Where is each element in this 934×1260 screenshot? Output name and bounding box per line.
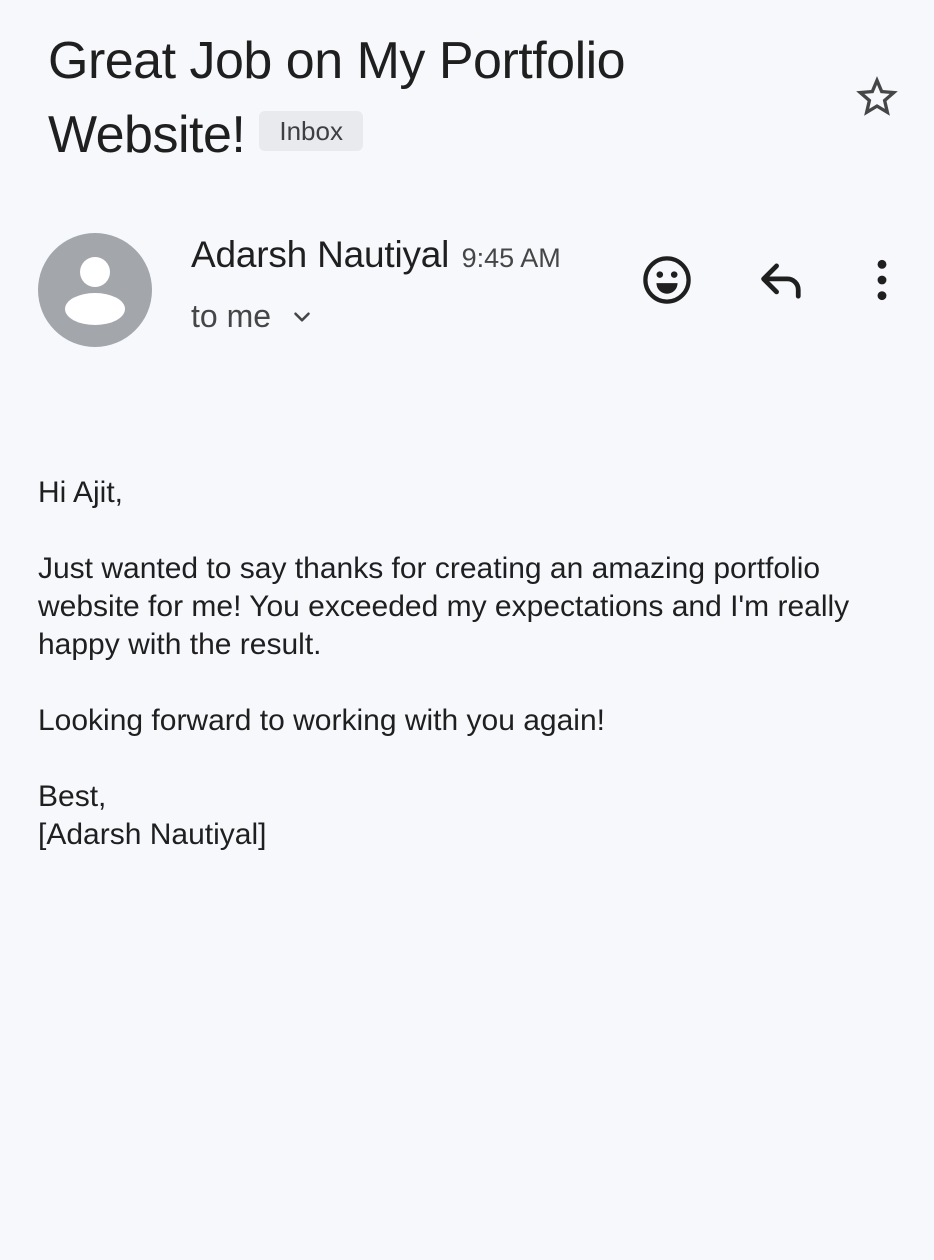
inbox-label-chip[interactable]: Inbox	[259, 111, 363, 152]
person-avatar-icon	[65, 257, 125, 325]
reply-button[interactable]	[754, 252, 810, 308]
more-options-button[interactable]	[854, 252, 910, 308]
star-outline-icon	[856, 76, 898, 116]
email-subject: Great Job on My Portfolio Website! Inbox	[48, 24, 808, 172]
recipient-text: to me	[191, 298, 272, 334]
message-time: 9:45 AM	[461, 243, 561, 273]
body-paragraph-looking-forward: Looking forward to working with you agai…	[38, 704, 605, 737]
sender-name[interactable]: Adarsh Nautiyal	[191, 234, 449, 275]
chevron-down-icon	[289, 304, 315, 330]
add-reaction-button[interactable]	[639, 252, 695, 308]
body-greeting: Hi Ajit,	[38, 476, 124, 509]
sender-avatar[interactable]	[38, 233, 152, 347]
email-body: Hi Ajit, Just wanted to say thanks for c…	[38, 474, 898, 854]
body-paragraph-thanks: Just wanted to say thanks for creating a…	[38, 552, 850, 661]
star-button[interactable]	[850, 70, 904, 124]
email-header: Great Job on My Portfolio Website! Inbox	[48, 24, 808, 172]
reply-icon	[761, 263, 801, 299]
body-closing: Best,	[38, 780, 107, 813]
recipient-details-toggle[interactable]: to me	[191, 298, 315, 335]
emoji-reaction-icon	[643, 256, 691, 304]
body-signature: [Adarsh Nautiyal]	[38, 818, 267, 851]
sender-info: Adarsh Nautiyal 9:45 AM	[191, 234, 561, 276]
more-vert-icon	[877, 259, 887, 301]
